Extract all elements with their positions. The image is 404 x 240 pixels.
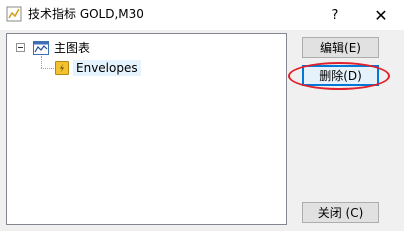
title-bar: 技术指标 GOLD,M30 ? ✕	[0, 0, 404, 30]
custom-indicator-icon	[55, 60, 69, 75]
collapse-toggle[interactable]	[16, 43, 25, 52]
window-title: 技术指标 GOLD,M30	[28, 7, 144, 21]
tree-connector-horizontal	[41, 68, 54, 69]
close-icon: ✕	[374, 5, 388, 25]
tree-node-envelopes[interactable]: Envelopes	[55, 59, 141, 76]
chart-window-icon	[33, 40, 49, 55]
dialog-body: 主图表 Envelopes 编辑(E) 删除(D) 关闭 (C)	[0, 30, 404, 231]
technical-indicators-dialog: 技术指标 GOLD,M30 ? ✕ 主图表 Envelopes 编辑(E) 删除…	[0, 0, 404, 231]
delete-button[interactable]: 删除(D)	[302, 65, 379, 86]
help-label: ?	[331, 7, 339, 23]
close-window-button[interactable]: ✕	[358, 0, 404, 30]
app-indicator-icon	[6, 6, 22, 22]
close-dialog-button[interactable]: 关闭 (C)	[302, 202, 379, 223]
edit-button[interactable]: 编辑(E)	[302, 37, 379, 58]
indicator-tree[interactable]: 主图表 Envelopes	[6, 33, 287, 225]
tree-node-main-chart-label: 主图表	[54, 41, 91, 55]
tree-node-envelopes-label: Envelopes	[73, 59, 141, 76]
help-button[interactable]: ?	[312, 0, 358, 30]
tree-connector-vertical	[41, 56, 42, 68]
tree-node-main-chart[interactable]: 主图表	[33, 39, 90, 56]
